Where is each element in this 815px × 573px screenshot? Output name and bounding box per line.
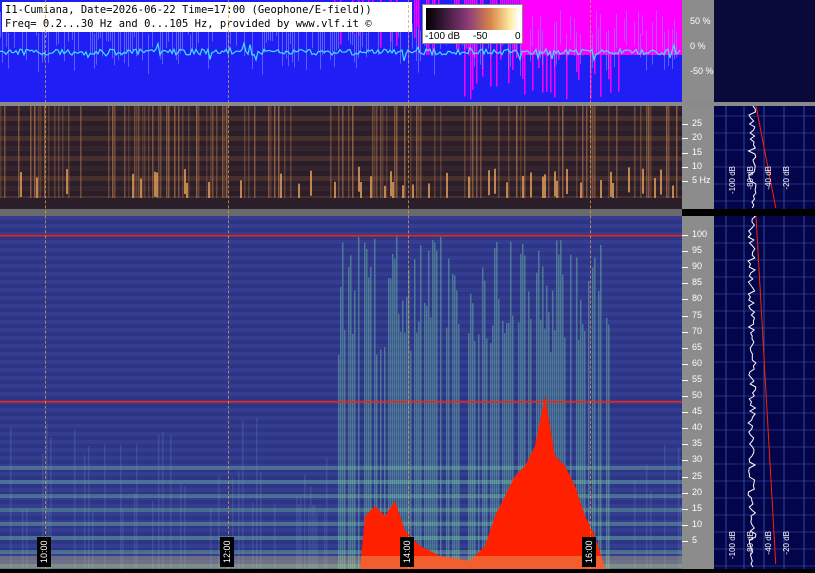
axis-tick-label: 50 (692, 390, 703, 401)
waveform-side-panel (714, 0, 815, 102)
spectrogram-high-frequency (0, 216, 682, 569)
axis-tick-mark (682, 412, 688, 414)
axis-tick-label: 95 (692, 245, 703, 256)
axis-tick-mark (682, 460, 688, 462)
axis-tick-mark (682, 251, 688, 253)
axis-tick-mark (682, 331, 688, 333)
axis-tick-label: 20 (692, 486, 703, 497)
axis-tick-mark (682, 283, 688, 285)
axis-tick-label: 10 (692, 160, 703, 171)
axis-tick-label: 45 (692, 406, 703, 417)
axis-tick-mark (682, 347, 688, 349)
panel-separator (0, 209, 682, 216)
spectrogram-low-frequency (0, 106, 682, 209)
axis-tick-mark (682, 476, 688, 478)
axis-tick-mark (682, 315, 688, 317)
waveform-axis-label: 0 % (690, 41, 706, 51)
side-scale-label: -20 dB (782, 531, 791, 555)
axis-tick-label: 15 (692, 502, 703, 513)
axis-tick-mark (682, 540, 688, 542)
station-header: I1-Cumiana, Date=2026-06-22 Time=17:00 (… (2, 2, 412, 32)
axis-tick-label: 40 (692, 422, 703, 433)
axis-tick-label: 30 (692, 454, 703, 465)
axis-tick-label: 5 Hz (692, 174, 711, 185)
spectrogram-low-image (0, 106, 682, 209)
axis-tick-mark (682, 138, 688, 140)
axis-tick-mark (682, 124, 688, 126)
axis-tick-mark (682, 299, 688, 301)
spectrum-profile-high-plot (714, 215, 815, 569)
colorbar-gradient (426, 8, 519, 30)
waveform-axis-label: -50 % (690, 66, 714, 76)
axis-tick-mark (682, 396, 688, 398)
spectrogram-high-image (0, 216, 682, 569)
frequency-axis-low: 25 20 15 10 5 Hz (682, 106, 714, 209)
axis-tick-mark (682, 267, 688, 269)
side-scale-label: -80 dB (746, 166, 755, 190)
axis-tick-label: 85 (692, 277, 703, 288)
axis-tick-label: 25 (692, 470, 703, 481)
spectrum-profile-high: -100 dB -80 dB -40 dB -20 dB (714, 215, 815, 569)
side-scale-label: -80 dB (746, 531, 755, 555)
axis-tick-mark (682, 492, 688, 494)
axis-tick-label: 100 (692, 229, 708, 240)
colorbar-mid-label: -50 (473, 31, 488, 42)
axis-tick-mark (682, 379, 688, 381)
axis-tick-label: 10 (692, 518, 703, 529)
axis-tick-mark (682, 363, 688, 365)
axis-tick-label: 15 (692, 146, 703, 157)
waveform-axis-label: 50 % (690, 16, 711, 26)
axis-tick-label: 5 (692, 534, 698, 545)
axis-tick-mark (682, 235, 688, 237)
side-scale-label: -40 dB (764, 166, 773, 190)
colorbar-legend: -100 dB -50 0 (422, 4, 523, 44)
spectrum-profile-low: -100 dB -80 dB -40 dB -20 dB (714, 105, 815, 209)
axis-tick-mark (682, 524, 688, 526)
axis-tick-label: 55 (692, 373, 703, 384)
axis-tick-label: 70 (692, 325, 703, 336)
side-scale-label: -100 dB (728, 531, 737, 560)
waveform-axis: 50 % 0 % -50 % (682, 0, 714, 102)
colorbar-min-label: -100 dB (425, 31, 461, 42)
axis-tick-label: 65 (692, 341, 703, 352)
axis-tick-label: 80 (692, 293, 703, 304)
axis-tick-label: 90 (692, 261, 703, 272)
axis-tick-label: 35 (692, 438, 703, 449)
header-line-2: Freq= 0.2...30 Hz and 0...105 Hz, provid… (5, 18, 372, 30)
axis-tick-label: 25 (692, 118, 703, 129)
axis-tick-label: 20 (692, 132, 703, 143)
axis-tick-mark (682, 180, 688, 182)
side-scale-label: -40 dB (764, 531, 773, 555)
side-scale-label: -100 dB (728, 166, 737, 195)
axis-tick-mark (682, 508, 688, 510)
axis-tick-label: 75 (692, 309, 703, 320)
axis-tick-mark (682, 152, 688, 154)
axis-tick-mark (682, 444, 688, 446)
axis-tick-label: 60 (692, 357, 703, 368)
axis-tick-mark (682, 166, 688, 168)
frequency-axis-high: 100 95 90 85 80 75 70 65 60 55 50 45 40 35 30 25 20 15 10 5 (682, 216, 714, 569)
header-line-1: I1-Cumiana, Date=2026-06-22 Time=17:00 (… (5, 4, 372, 16)
colorbar-max-label: 0 (515, 31, 521, 42)
side-scale-label: -20 dB (782, 166, 791, 190)
axis-tick-mark (682, 428, 688, 430)
